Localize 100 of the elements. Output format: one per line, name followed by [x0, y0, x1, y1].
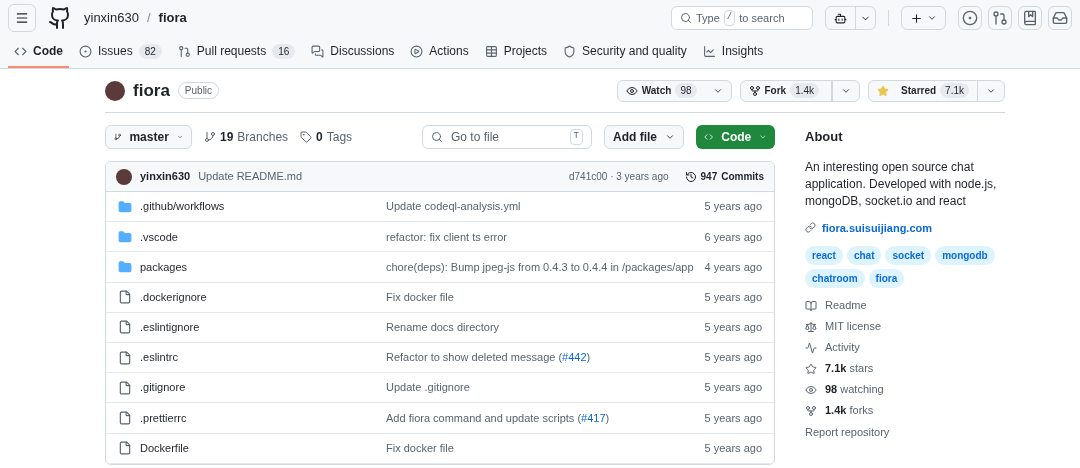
search-field[interactable]: Type / to search: [671, 6, 813, 30]
pull-request-icon: [992, 10, 1008, 26]
repo-tab[interactable]: Code: [8, 36, 69, 68]
menu-icon: [15, 11, 29, 25]
about-description: An interesting open source chat application. Developed with node.js, mongoDB, socket.io and react: [805, 158, 998, 210]
folder-icon: [118, 259, 132, 274]
file-name[interactable]: .prettierrc: [140, 409, 187, 427]
file-name[interactable]: packages: [140, 258, 188, 276]
about-heading: About: [805, 128, 844, 146]
count-badge: 82: [138, 43, 162, 59]
repo-tab[interactable]: Insights: [696, 36, 770, 68]
topic-tag[interactable]: chatroom: [805, 269, 865, 288]
commit-age: 5 years ago: [704, 350, 762, 366]
inbox-icon: [1052, 10, 1068, 26]
commit-message: Add fiora command and update scripts (#417): [386, 410, 611, 426]
play-icon: [410, 44, 424, 58]
robot-icon: [834, 11, 847, 25]
sidebar-link[interactable]: 1.4k forks: [805, 403, 1005, 418]
add-file-button[interactable]: Add file: [604, 125, 684, 149]
commit-age: 6 years ago: [704, 229, 762, 245]
commit-hash-age: d741c00 · 3 years ago: [569, 170, 669, 184]
branch-button[interactable]: master: [105, 125, 192, 149]
eye-icon: [805, 383, 817, 396]
file-icon: [118, 290, 132, 305]
code-button[interactable]: Code: [696, 125, 775, 149]
file-icon: [118, 380, 132, 395]
commit-message: Update codeql-analysis.yml: [386, 199, 522, 215]
owner-link[interactable]: yinxin630: [84, 8, 139, 28]
go-to-file-field[interactable]: Go to file T: [422, 125, 592, 149]
file-name[interactable]: .eslintignore: [140, 319, 200, 336]
commit-author[interactable]: yinxin630: [140, 168, 191, 185]
topic-tag[interactable]: chat: [846, 246, 882, 265]
commits-link[interactable]: 947 Commits: [684, 169, 764, 184]
count-badge: 16: [272, 43, 296, 59]
search-icon: [680, 12, 692, 24]
pulse-icon: [805, 341, 817, 354]
issues-button[interactable]: [958, 6, 982, 30]
file-name[interactable]: .gitignore: [140, 379, 186, 396]
folder-icon: [118, 229, 132, 244]
file-name[interactable]: .vscode: [140, 228, 178, 246]
file-name[interactable]: .dockerignore: [140, 288, 207, 306]
commit-message: Fix docker file: [386, 440, 455, 456]
shortcut-key: /: [723, 10, 736, 26]
count-badge: 7.1k: [940, 83, 969, 98]
sidebar-link[interactable]: Readme: [805, 298, 1005, 313]
watch-icon: [625, 84, 638, 97]
inbox-button[interactable]: [1048, 6, 1072, 30]
pull-requests-button[interactable]: [988, 6, 1012, 30]
sidebar-link[interactable]: 98 watching: [805, 382, 1005, 397]
repo-link[interactable]: fiora: [158, 8, 187, 28]
count-badge: 98: [675, 83, 697, 98]
website-link[interactable]: fiora.suisuijiang.com: [805, 219, 1005, 236]
caret-icon: [927, 13, 937, 23]
file-name[interactable]: .eslintrc: [140, 349, 178, 366]
branch-icon: [204, 131, 216, 143]
tag-icon: [300, 131, 313, 143]
topic-tag[interactable]: mongodb: [935, 246, 995, 265]
pull-request-link[interactable]: #442: [562, 351, 587, 364]
file-icon: [118, 410, 132, 425]
star-icon: [805, 362, 817, 375]
sidebar-link[interactable]: Activity: [805, 340, 1005, 355]
sidebar-link[interactable]: 7.1k stars: [805, 361, 1005, 376]
book-icon: [805, 299, 817, 312]
scale-icon: [805, 320, 817, 333]
repo-tab[interactable]: Actions: [404, 36, 475, 68]
file-icon: [118, 350, 132, 365]
repo-tab[interactable]: Discussions: [305, 36, 401, 68]
commit-age: 5 years ago: [704, 320, 762, 336]
count-badge: 1.4k: [790, 83, 820, 98]
history-icon: [684, 170, 697, 183]
table-icon: [484, 44, 498, 58]
file-name[interactable]: Dockerfile: [140, 439, 189, 457]
repositories-button[interactable]: [1018, 6, 1042, 30]
repo-name: fiora: [133, 79, 170, 102]
fork-icon: [748, 84, 761, 97]
author-avatar: [116, 168, 132, 185]
logo-icon[interactable]: [48, 6, 72, 30]
issue-icon: [962, 10, 978, 26]
repo-tab[interactable]: Projects: [478, 36, 554, 68]
topic-tag[interactable]: fiora: [868, 269, 905, 288]
commit-message: Update .gitignore: [386, 380, 471, 396]
pull-request-link[interactable]: #417: [581, 411, 606, 424]
repo-tab[interactable]: Security and quality: [557, 36, 693, 68]
commit-message: Fix docker file: [386, 289, 455, 305]
commit-message[interactable]: Update README.md: [198, 168, 561, 185]
file-icon: [118, 320, 132, 335]
topic-tag[interactable]: socket: [885, 246, 932, 265]
menu-button[interactable]: [8, 4, 36, 32]
branches-link[interactable]: 19 Branches: [204, 128, 289, 146]
issue-icon: [79, 44, 92, 58]
topic-tag[interactable]: react: [805, 246, 843, 265]
fork-icon: [805, 404, 817, 417]
repo-tab[interactable]: Pull requests 16: [171, 36, 302, 68]
repo-tab[interactable]: Issues 82: [73, 36, 168, 68]
report-link[interactable]: Report repository: [805, 424, 1005, 441]
commit-age: 5 years ago: [704, 380, 762, 396]
file-name[interactable]: .github/workflows: [140, 198, 225, 215]
sidebar-link[interactable]: MIT license: [805, 319, 1005, 334]
tags-link[interactable]: 0 Tags: [300, 128, 353, 146]
commit-message: Rename docs directory: [386, 320, 501, 336]
